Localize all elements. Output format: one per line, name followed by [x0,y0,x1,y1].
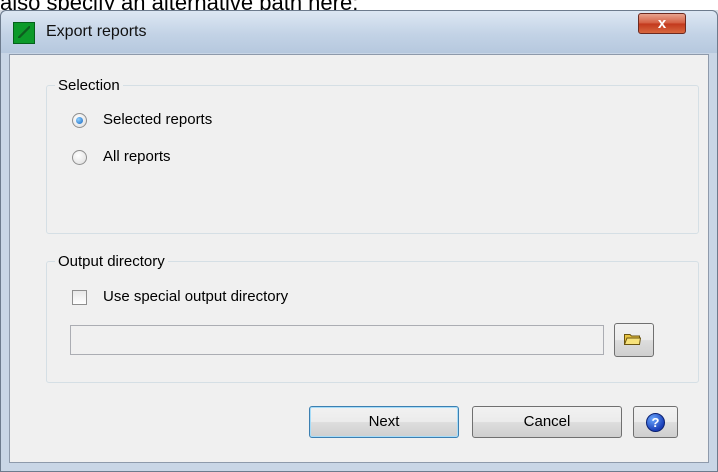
use-special-output-directory-checkbox[interactable] [72,290,87,305]
selected-reports-label[interactable]: Selected reports [103,111,212,128]
folder-open-icon [624,334,641,345]
use-special-output-directory-label[interactable]: Use special output directory [103,288,288,305]
close-button[interactable]: x [638,13,686,34]
help-button[interactable]: ? [633,406,678,438]
help-icon: ? [646,413,665,432]
app-icon [13,22,35,44]
window-title: Export reports [46,23,147,40]
cancel-button[interactable]: Cancel [472,406,622,438]
browse-folder-button[interactable] [614,323,654,357]
dialog-client-area: Selection Selected reports All reports O… [9,54,709,463]
output-directory-group: Output directory [46,253,699,383]
output-directory-group-label: Output directory [58,253,165,270]
radio-all-reports[interactable] [72,150,87,165]
next-button[interactable]: Next [309,406,459,438]
output-directory-input[interactable] [70,325,604,355]
export-reports-dialog: Export reports x Selection Selected repo… [0,10,718,472]
radio-selected-reports[interactable] [72,113,87,128]
title-bar[interactable]: Export reports x [1,11,717,53]
selection-group-label: Selection [58,77,120,94]
all-reports-label[interactable]: All reports [103,148,171,165]
